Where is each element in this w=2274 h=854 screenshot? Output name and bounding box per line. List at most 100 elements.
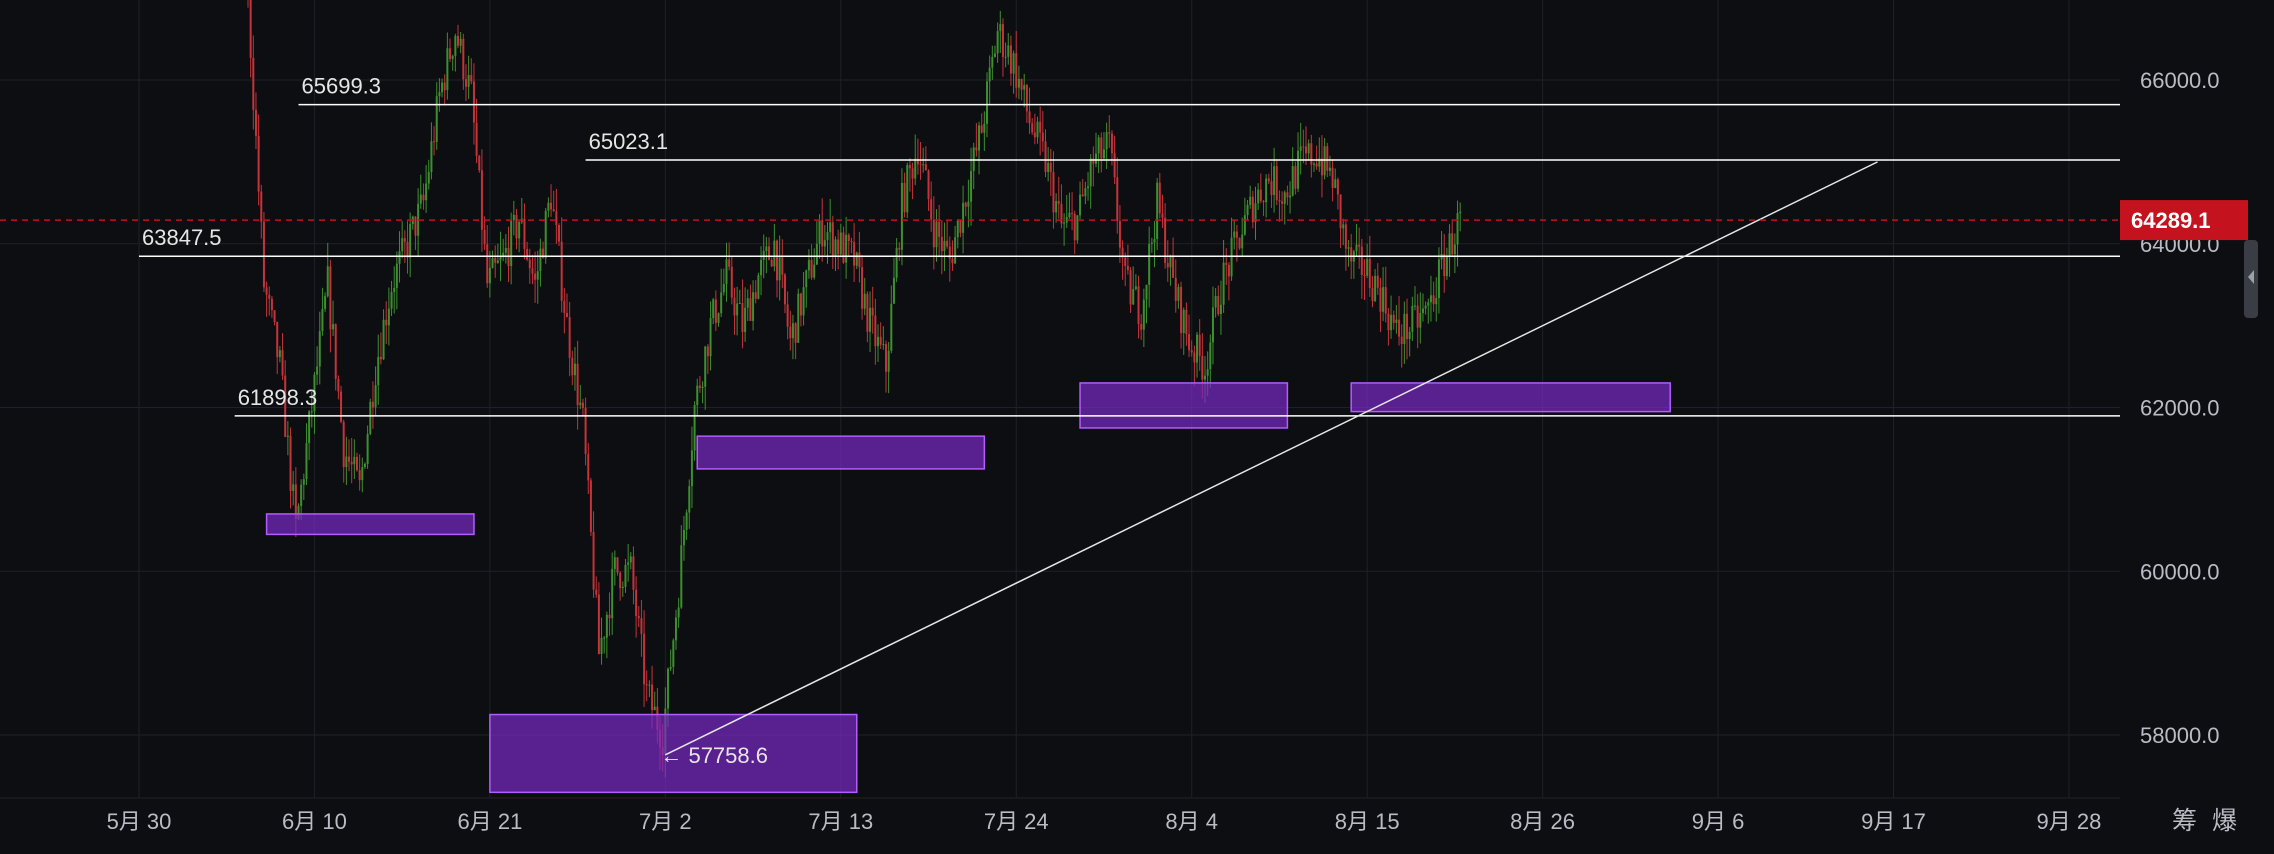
candle-body [249, 0, 252, 58]
candle-body [1113, 153, 1116, 178]
candle-body [869, 307, 872, 332]
candle-body [882, 344, 885, 346]
candle-body [783, 274, 786, 305]
candle-body [850, 241, 853, 243]
scroll-handle[interactable] [2244, 240, 2258, 318]
candle-body [991, 56, 994, 68]
candle-body [1105, 132, 1108, 150]
candle-body [382, 319, 385, 360]
corner-buttons[interactable]: 筹爆 [2172, 807, 2237, 835]
candle-body [651, 684, 654, 711]
candle-body [464, 79, 467, 87]
candle-body [1193, 352, 1196, 363]
candle-body [1196, 334, 1199, 363]
candle-body [1267, 178, 1270, 182]
corner-button[interactable]: 筹 [2172, 807, 2197, 835]
candle-body [1451, 233, 1454, 255]
corner-button[interactable]: 爆 [2212, 807, 2237, 835]
candle-body [363, 463, 366, 468]
candle-body [643, 633, 646, 685]
candle-body [1142, 299, 1145, 330]
candle-body [1073, 213, 1076, 241]
candle-body [369, 401, 372, 434]
candle-body [491, 258, 494, 268]
candle-body [932, 219, 935, 248]
candle-body [526, 248, 529, 260]
candle-body [1052, 171, 1055, 213]
candle-body [927, 170, 930, 200]
candle-body [1182, 309, 1185, 334]
candle-body [1028, 111, 1031, 124]
candle-body [547, 202, 550, 211]
candle-body [478, 155, 481, 171]
candle-body [682, 529, 685, 546]
candle-body [305, 443, 308, 480]
candle-body [425, 183, 428, 201]
candle-body [329, 266, 332, 330]
candle-body [877, 336, 880, 347]
candle-body [457, 35, 459, 46]
x-tick-label: 6月 10 [282, 809, 347, 834]
candle-body [677, 607, 680, 618]
candle-body [467, 75, 470, 87]
candle-body [1235, 231, 1238, 238]
candle-body [1225, 262, 1228, 265]
candle-body [441, 82, 444, 93]
candle-body [1342, 224, 1345, 229]
candle-body [1044, 141, 1047, 172]
candle-body [595, 589, 598, 595]
candle-body [863, 293, 866, 309]
y-axis[interactable]: 58000.060000.062000.064000.066000.068000… [2120, 0, 2274, 798]
candle-body [637, 616, 640, 619]
candle-body [823, 240, 826, 247]
candle-body [342, 421, 345, 468]
candle-body [1180, 286, 1183, 334]
candle-body [906, 165, 909, 213]
candle-body [587, 454, 590, 481]
candle-body [430, 141, 433, 173]
candle-body [943, 240, 946, 252]
candle-body [1047, 162, 1050, 172]
candle-body [390, 292, 393, 309]
candlestick-chart[interactable]: 65699.3 65023.1 63847.5 61898.3 ← 57758.6 5… [0, 0, 2274, 854]
x-axis[interactable]: 5月 30 6月 10 6月 21 7月 2 7月 13 7月 24 8月 4 8月 15 8月… [0, 797, 2120, 834]
candle-body [539, 248, 542, 272]
candle-body [1039, 121, 1042, 133]
candle-body [919, 164, 922, 166]
candle-body [324, 296, 327, 309]
candle-body [573, 363, 576, 376]
candle-body [680, 545, 683, 608]
candle-body [1031, 123, 1034, 133]
candle-body [592, 531, 595, 590]
candle-body [1424, 305, 1427, 309]
candle-body [321, 308, 324, 332]
candle-body [257, 135, 260, 192]
level-label: 65023.1 [589, 129, 669, 154]
candle-body [1009, 45, 1012, 74]
candle-body [1089, 158, 1092, 187]
candle-body [1400, 336, 1403, 344]
grid-layer [0, 0, 2120, 798]
candle-body [334, 324, 337, 379]
x-tick-label: 6月 21 [457, 809, 522, 834]
candle-body [1302, 146, 1305, 148]
candle-body [515, 214, 518, 239]
candle-body [1055, 201, 1058, 213]
candle-body [1203, 375, 1206, 380]
candle-body [1390, 314, 1393, 331]
candle-body [914, 158, 917, 179]
candle-body [534, 273, 537, 280]
candle-body [794, 323, 797, 343]
candle-body [1429, 295, 1432, 303]
candle-body [449, 48, 452, 59]
candle-body [1291, 166, 1294, 196]
candle-body [667, 668, 670, 709]
candle-body [1219, 304, 1222, 315]
candle-body [1286, 192, 1289, 198]
candle-body [964, 202, 967, 207]
candle-body [1087, 186, 1090, 189]
candle-body [831, 222, 834, 257]
candle-body [584, 407, 587, 455]
level-label: 65699.3 [302, 74, 382, 99]
candle-body [619, 572, 622, 589]
